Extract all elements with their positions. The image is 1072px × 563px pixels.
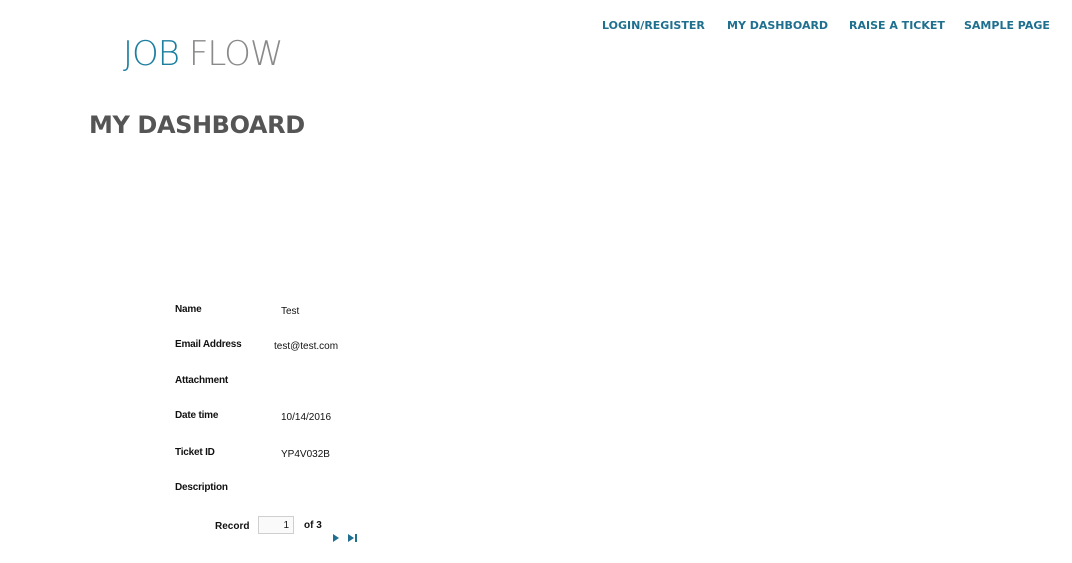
name-value: Test [281, 306, 300, 317]
logo-word-flow: FLOW [179, 34, 284, 74]
attachment-label: Attachment [175, 375, 229, 386]
description-label: Description [175, 482, 228, 493]
nav-login-register[interactable]: LOGIN/REGISTER [602, 19, 705, 32]
email-value: test@test.com [274, 341, 339, 352]
record-total: of 3 [304, 520, 322, 531]
date-time-value: 10/14/2016 [281, 412, 332, 423]
page-title: MY DASHBOARD [89, 111, 305, 139]
date-time-label: Date time [175, 410, 219, 421]
last-page-icon[interactable] [348, 529, 358, 542]
record-label: Record [215, 521, 250, 532]
ticket-id-value: YP4V032B [281, 449, 330, 460]
record-number-input[interactable] [258, 516, 294, 534]
site-logo[interactable]: JOB FLOW [123, 34, 284, 74]
nav-my-dashboard[interactable]: MY DASHBOARD [727, 19, 828, 32]
name-label: Name [175, 304, 202, 315]
next-arrow-icon[interactable] [333, 529, 339, 542]
logo-word-job: JOB [123, 34, 180, 74]
nav-raise-a-ticket[interactable]: RAISE A TICKET [849, 19, 945, 32]
main-nav: LOGIN/REGISTER MY DASHBOARD RAISE A TICK… [0, 19, 1072, 39]
nav-sample-page[interactable]: SAMPLE PAGE [964, 19, 1050, 32]
ticket-id-label: Ticket ID [175, 447, 215, 458]
email-label: Email Address [175, 339, 242, 350]
